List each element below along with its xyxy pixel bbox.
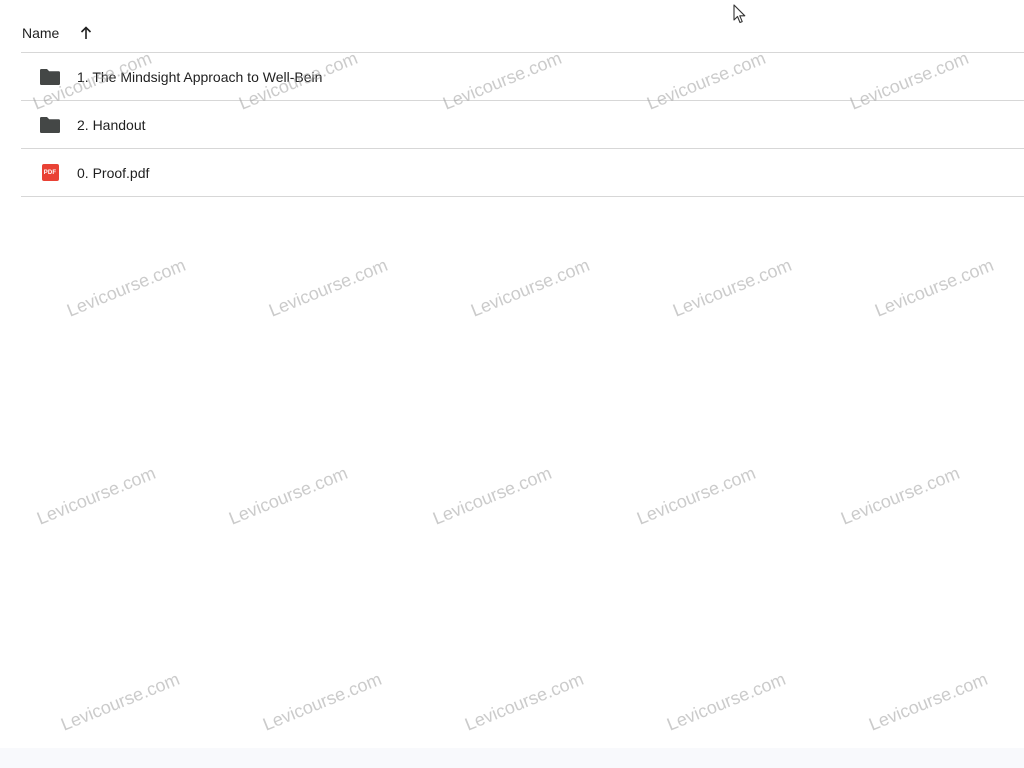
file-name: 0. Proof.pdf: [77, 164, 150, 181]
watermark: Levicourse.com: [34, 462, 159, 529]
folder-icon: [39, 66, 61, 88]
watermark: Levicourse.com: [866, 668, 991, 735]
file-browser-page: Name 1. The Mindsight Approach to Well-B…: [0, 0, 1024, 768]
watermark: Levicourse.com: [260, 668, 385, 735]
bottom-strip: [0, 748, 1024, 768]
watermark: Levicourse.com: [664, 668, 789, 735]
watermark: Levicourse.com: [430, 462, 555, 529]
folder-icon: [39, 114, 61, 136]
list-item[interactable]: PDF 0. Proof.pdf: [21, 149, 1024, 197]
list-item[interactable]: 1. The Mindsight Approach to Well-Bein: [21, 53, 1024, 101]
file-name: 1. The Mindsight Approach to Well-Bein: [77, 68, 323, 85]
watermark: Levicourse.com: [266, 254, 391, 321]
pdf-icon: PDF: [39, 162, 61, 184]
list-item[interactable]: 2. Handout: [21, 101, 1024, 149]
watermark: Levicourse.com: [64, 254, 189, 321]
watermark: Levicourse.com: [226, 462, 351, 529]
watermark: Levicourse.com: [838, 462, 963, 529]
file-name: 2. Handout: [77, 116, 146, 133]
watermark: Levicourse.com: [634, 462, 759, 529]
mouse-pointer-icon: [733, 4, 747, 29]
watermark: Levicourse.com: [58, 668, 183, 735]
name-column-header[interactable]: Name: [22, 25, 59, 41]
watermark: Levicourse.com: [670, 254, 795, 321]
watermark: Levicourse.com: [468, 254, 593, 321]
pdf-badge: PDF: [41, 164, 59, 181]
watermark: Levicourse.com: [462, 668, 587, 735]
list-header: Name: [21, 0, 1024, 53]
file-list: Name 1. The Mindsight Approach to Well-B…: [21, 0, 1024, 197]
arrow-up-icon[interactable]: [77, 24, 95, 42]
watermark: Levicourse.com: [872, 254, 997, 321]
